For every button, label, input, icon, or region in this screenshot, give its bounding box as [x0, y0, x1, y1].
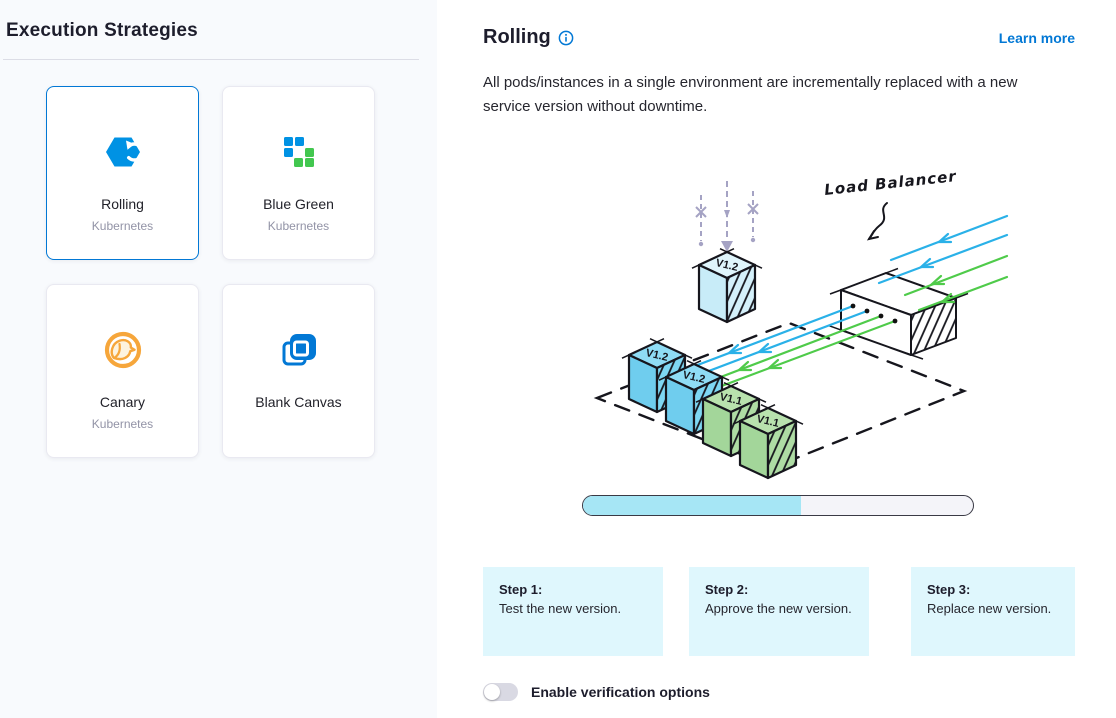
- strategy-steps: Step 1: Test the new version. Step 2: Ap…: [483, 567, 1075, 656]
- strategy-description: All pods/instances in a single environme…: [483, 71, 1057, 119]
- load-balancer-pointer-arrow: [869, 203, 887, 239]
- verification-toggle-label: Enable verification options: [531, 684, 710, 700]
- load-balancer-label: Load Balancer: [823, 167, 958, 199]
- strategy-label: Blank Canvas: [255, 394, 341, 410]
- strategy-list-panel: Execution Strategies Rolling Kubernetes: [0, 0, 437, 718]
- rolling-strategy-illustration: Load Balancer: [569, 155, 1009, 485]
- step-card-2: Step 2: Approve the new version.: [689, 567, 869, 656]
- verification-toggle[interactable]: [483, 683, 518, 701]
- step-card-3: Step 3: Replace new version.: [911, 567, 1075, 656]
- step-text: Replace new version.: [927, 601, 1059, 616]
- progress-fill: [583, 496, 801, 515]
- detail-header: Rolling Learn more: [483, 26, 1075, 49]
- step-title: Step 2:: [705, 582, 853, 597]
- info-icon[interactable]: [558, 30, 574, 46]
- strategy-sublabel: Kubernetes: [268, 219, 329, 233]
- strategy-cards: Rolling Kubernetes Blue Green Kubernetes: [46, 86, 437, 458]
- canary-icon: [103, 330, 143, 370]
- rolling-icon: [103, 132, 143, 172]
- strategy-sublabel: Kubernetes: [92, 219, 153, 233]
- strategy-label: Rolling: [101, 196, 144, 212]
- learn-more-link[interactable]: Learn more: [999, 30, 1075, 46]
- strategy-card-rolling[interactable]: Rolling Kubernetes: [46, 86, 199, 260]
- execution-strategies-screen: Execution Strategies Rolling Kubernetes: [0, 0, 1116, 718]
- rollout-progress-bar: [582, 495, 974, 516]
- verification-toggle-row: Enable verification options: [483, 683, 1075, 701]
- strategy-card-blue-green[interactable]: Blue Green Kubernetes: [222, 86, 375, 260]
- blue-green-icon: [279, 132, 319, 172]
- strategy-card-blank-canvas[interactable]: Blank Canvas: [222, 284, 375, 458]
- strategy-sublabel: Kubernetes: [92, 417, 153, 431]
- detail-title: Rolling: [483, 26, 551, 49]
- step-text: Test the new version.: [499, 601, 647, 616]
- page-title: Execution Strategies: [6, 20, 437, 42]
- strategy-label: Canary: [100, 394, 145, 410]
- strategy-detail-panel: Rolling Learn more All pods/instances in…: [437, 0, 1116, 718]
- toggle-knob: [484, 684, 500, 700]
- deploy-arrows: [696, 181, 758, 252]
- step-text: Approve the new version.: [705, 601, 853, 616]
- step-card-1: Step 1: Test the new version.: [483, 567, 663, 656]
- step-title: Step 1:: [499, 582, 647, 597]
- strategy-card-canary[interactable]: Canary Kubernetes: [46, 284, 199, 458]
- strategy-label: Blue Green: [263, 196, 334, 212]
- step-title: Step 3:: [927, 582, 1059, 597]
- blank-canvas-icon: [279, 330, 319, 370]
- divider: [3, 59, 419, 60]
